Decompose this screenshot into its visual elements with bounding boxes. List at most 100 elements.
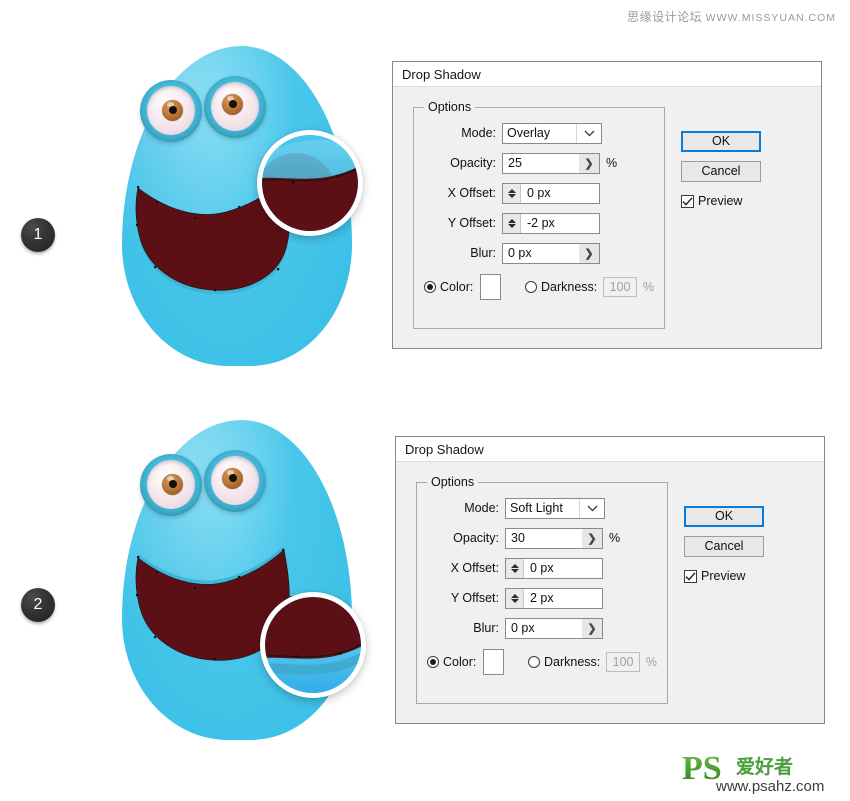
- x-offset-row: X Offset: 0 px: [424, 182, 654, 204]
- drop-shadow-dialog-2[interactable]: Drop Shadow Options Mode: Soft Light Opa…: [395, 436, 825, 724]
- stepper-up-icon[interactable]: [507, 218, 516, 223]
- logo-cn-text: 爱好者: [736, 755, 793, 778]
- eye-pupil: [169, 480, 177, 488]
- ok-button[interactable]: OK: [684, 506, 764, 527]
- creature-eye-left: [140, 454, 202, 516]
- x-offset-value: 0 px: [527, 185, 551, 200]
- darkness-radio[interactable]: [525, 281, 538, 293]
- stepper-down-icon[interactable]: [510, 568, 519, 573]
- blur-input[interactable]: 0 px ❯: [502, 242, 600, 264]
- x-offset-stepper[interactable]: [503, 183, 521, 203]
- y-offset-value: -2 px: [527, 215, 555, 230]
- mode-row: Mode: Soft Light: [427, 497, 657, 519]
- stepper-down-icon[interactable]: [510, 598, 519, 603]
- darkness-radio[interactable]: [528, 656, 541, 668]
- eye-sclera: [211, 456, 259, 505]
- color-swatch[interactable]: [483, 649, 505, 675]
- opacity-unit: %: [609, 531, 621, 545]
- stepper-up-icon[interactable]: [510, 563, 519, 568]
- x-offset-input[interactable]: 0 px: [505, 557, 603, 579]
- ok-button[interactable]: OK: [681, 131, 761, 152]
- eye-pupil: [229, 474, 237, 482]
- cancel-button[interactable]: Cancel: [681, 161, 761, 182]
- mode-label: Mode:: [461, 126, 496, 140]
- watermark-top-cn: 思缘设计论坛: [627, 10, 703, 24]
- opacity-slider-arrow-icon[interactable]: ❯: [582, 528, 602, 548]
- opacity-slider-arrow-icon[interactable]: ❯: [579, 153, 599, 173]
- y-offset-input[interactable]: 2 px: [505, 587, 603, 609]
- color-label: Color:: [443, 655, 477, 669]
- preview-checkbox[interactable]: [684, 569, 697, 583]
- darkness-unit: %: [642, 280, 654, 294]
- opacity-label: Opacity:: [453, 531, 499, 545]
- darkness-unit: %: [645, 655, 657, 669]
- step-badge-1-label: 1: [33, 226, 43, 243]
- stepper-down-icon[interactable]: [507, 223, 516, 228]
- y-offset-value: 2 px: [530, 590, 554, 605]
- blur-label: Blur:: [470, 246, 496, 260]
- color-radio[interactable]: [424, 281, 436, 293]
- eye-iris: [162, 474, 183, 495]
- watermark-logo: PS 爱好者 www.psahz.com: [680, 747, 840, 795]
- y-offset-stepper[interactable]: [503, 213, 521, 233]
- opacity-input[interactable]: 25 ❯: [502, 152, 600, 174]
- opacity-value: 25: [508, 156, 522, 170]
- color-radio[interactable]: [427, 656, 439, 668]
- x-offset-label: X Offset:: [450, 561, 499, 575]
- dialog-title-bar: Drop Shadow: [396, 437, 824, 462]
- options-group-legend: Options: [427, 475, 479, 489]
- dialog-buttons-2: OK Cancel Preview: [684, 506, 764, 583]
- dialog-title-text: Drop Shadow: [405, 441, 484, 457]
- darkness-input[interactable]: 100: [606, 652, 640, 672]
- blur-slider-arrow-icon[interactable]: ❯: [582, 618, 602, 638]
- x-offset-input[interactable]: 0 px: [502, 182, 600, 204]
- blur-row: Blur: 0 px ❯: [424, 242, 654, 264]
- eye-sclera: [211, 82, 259, 131]
- blur-label: Blur:: [473, 621, 499, 635]
- preview-label: Preview: [701, 569, 746, 583]
- eye-sclera: [147, 460, 195, 509]
- preview-checkbox[interactable]: [681, 194, 694, 208]
- opacity-label: Opacity:: [450, 156, 496, 170]
- opacity-row: Opacity: 25 ❯ %: [424, 152, 654, 174]
- eye-pupil: [169, 106, 177, 114]
- stepper-up-icon[interactable]: [507, 188, 516, 193]
- mode-dropdown[interactable]: Soft Light: [505, 497, 605, 519]
- dialog-buttons-1: OK Cancel Preview: [681, 131, 761, 208]
- x-offset-value: 0 px: [530, 560, 554, 575]
- mode-label: Mode:: [464, 501, 499, 515]
- eye-iris: [162, 100, 183, 121]
- eye-sclera: [147, 86, 195, 135]
- screenshot-canvas: 思缘设计论坛 WWW.MISSYUAN.COM 1 Drop Shadow Op…: [0, 0, 850, 801]
- psahz-logo-icon: PS 爱好者 www.psahz.com: [682, 750, 824, 795]
- chevron-down-icon[interactable]: [579, 498, 604, 518]
- magnifier-content: [262, 135, 358, 231]
- blur-input[interactable]: 0 px ❯: [505, 617, 603, 639]
- cancel-button[interactable]: Cancel: [684, 536, 764, 557]
- color-swatch[interactable]: [480, 274, 502, 300]
- magnifier-content: [265, 597, 361, 693]
- step-badge-2-label: 2: [33, 596, 43, 613]
- mode-dropdown[interactable]: Overlay: [502, 122, 602, 144]
- options-group: Options Mode: Overlay Opacity: 25 ❯ % X …: [413, 100, 665, 329]
- y-offset-input[interactable]: -2 px: [502, 212, 600, 234]
- opacity-unit: %: [606, 156, 618, 170]
- creature-illustration-2: [62, 412, 392, 757]
- darkness-label: Darkness:: [541, 280, 598, 294]
- drop-shadow-dialog-1[interactable]: Drop Shadow Options Mode: Overlay Opacit…: [392, 61, 822, 349]
- stepper-up-icon[interactable]: [510, 593, 519, 598]
- opacity-value: 30: [511, 531, 525, 545]
- preview-checkbox-row[interactable]: Preview: [681, 194, 761, 208]
- y-offset-row: Y Offset: -2 px: [424, 212, 654, 234]
- creature-eye-right: [204, 76, 266, 138]
- preview-checkbox-row[interactable]: Preview: [684, 569, 764, 583]
- x-offset-stepper[interactable]: [506, 558, 524, 578]
- chevron-down-icon[interactable]: [576, 123, 601, 143]
- mode-value: Soft Light: [510, 500, 563, 515]
- stepper-down-icon[interactable]: [507, 193, 516, 198]
- darkness-input[interactable]: 100: [603, 277, 637, 297]
- blur-slider-arrow-icon[interactable]: ❯: [579, 243, 599, 263]
- y-offset-stepper[interactable]: [506, 588, 524, 608]
- step-badge-1: 1: [21, 218, 55, 252]
- opacity-input[interactable]: 30 ❯: [505, 527, 603, 549]
